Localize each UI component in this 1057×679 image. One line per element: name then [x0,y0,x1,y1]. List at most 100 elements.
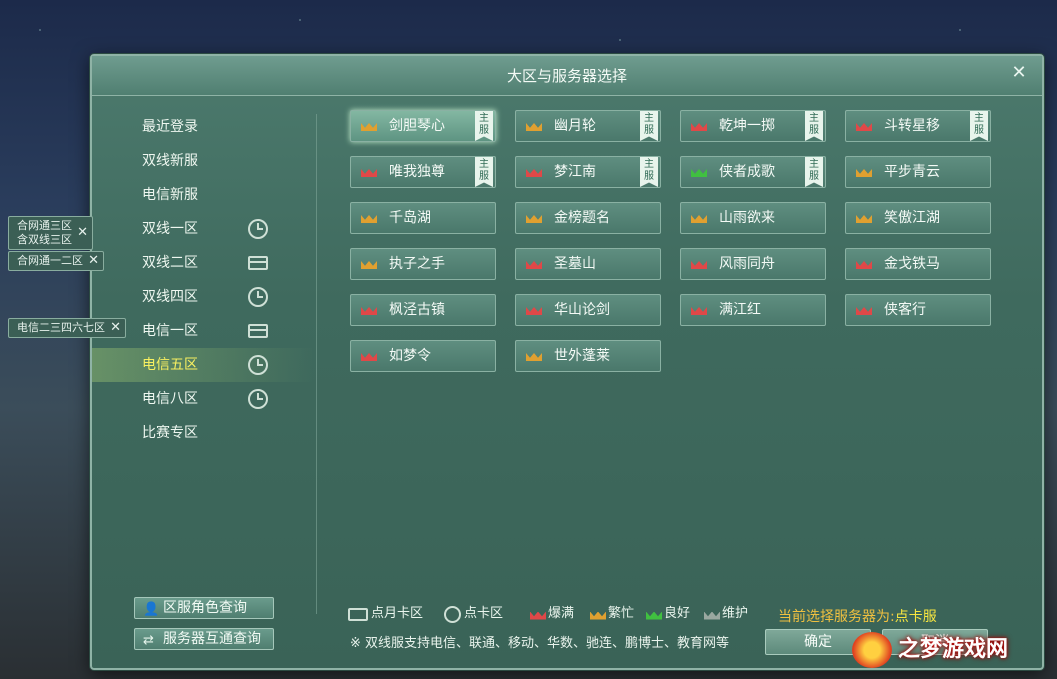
server-button[interactable]: 华山论剑 [515,294,661,326]
merge-tag: 合网通一二区 ✕ [8,251,104,271]
crown-full-icon [856,258,872,269]
server-button[interactable]: 枫泾古镇 [350,294,496,326]
server-button[interactable]: 侠者成歌 主服 [680,156,826,188]
server-name: 如梦令 [389,348,431,364]
legend-point-card: 点卡区 [444,604,503,624]
crown-busy-icon [361,212,377,223]
server-button[interactable]: 金榜题名 [515,202,661,234]
crown-full-icon [856,304,872,315]
merge-tag: 合网通三区 含双线三区 ✕ [8,216,93,250]
server-button[interactable]: 侠客行 [845,294,991,326]
clock-icon [444,605,461,623]
sidebar-item[interactable]: 双线二区 [92,246,314,280]
server-button[interactable]: 世外蓬莱 [515,340,661,372]
server-name: 山雨欲来 [719,210,775,226]
server-name: 金榜题名 [554,210,610,226]
server-button[interactable]: 平步青云 [845,156,991,188]
server-button[interactable]: 剑胆琴心 主服 [350,110,496,142]
crown-full-icon [691,304,707,315]
sidebar-item-label: 双线新服 [142,153,198,169]
server-button[interactable]: 圣墓山 [515,248,661,280]
sidebar-item-label: 双线一区 [142,221,198,237]
dialog-title: 大区与服务器选择 [506,67,627,85]
person-icon: 👤 [143,602,160,617]
server-button[interactable]: 满江红 [680,294,826,326]
server-button[interactable]: 幽月轮 主服 [515,110,661,142]
sidebar-item-label: 电信五区 [142,357,198,373]
main-server-badge: 主服 [805,111,823,141]
site-watermark: 之梦游戏网 [848,628,1048,672]
crown-busy-icon [526,212,542,223]
sidebar-item-label: 双线四区 [142,289,198,305]
crown-busy-icon [856,166,872,177]
region-sidebar: 最近登录双线新服电信新服双线一区双线二区双线四区电信一区电信五区电信八区比赛专区 [92,110,314,450]
clock-icon [248,389,268,409]
server-button[interactable]: 风雨同舟 [680,248,826,280]
server-name: 执子之手 [389,256,445,272]
legend-full: 爆满 [530,604,574,624]
server-button[interactable]: 千岛湖 [350,202,496,234]
sidebar-item-label: 双线二区 [142,255,198,271]
merge-tag-line: 合网通三区 [17,219,72,232]
clock-icon [248,287,268,307]
watermark-logo-icon [852,632,892,668]
crown-full-icon [691,120,707,131]
interop-query-button[interactable]: ⇄ 服务器互通查询 [134,628,274,650]
sidebar-item[interactable]: 比赛专区 [92,416,314,450]
crown-full-icon [526,258,542,269]
close-icon[interactable]: ✕ [1008,62,1030,84]
close-icon[interactable]: ✕ [88,254,99,268]
sidebar-item-label: 电信新服 [142,187,198,203]
close-icon[interactable]: ✕ [110,321,121,335]
crown-green-icon [646,609,662,620]
server-name: 笑傲江湖 [884,210,940,226]
crown-full-icon [361,350,377,361]
server-button[interactable]: 山雨欲来 [680,202,826,234]
crown-busy-icon [856,212,872,223]
legend-monthly-card: 点月卡区 [348,604,423,624]
clock-icon [248,219,268,239]
legend-good: 良好 [646,604,690,624]
sidebar-item-label: 电信八区 [142,391,198,407]
server-name: 梦江南 [554,164,596,180]
sidebar-item[interactable]: 电信五区 [92,348,314,382]
server-name: 风雨同舟 [719,256,775,272]
server-name: 世外蓬莱 [554,348,610,364]
server-button[interactable]: 梦江南 主服 [515,156,661,188]
server-button[interactable]: 斗转星移 主服 [845,110,991,142]
server-name: 侠者成歌 [719,164,775,180]
merge-tag-line: 合网通一二区 [17,254,83,267]
server-button[interactable]: 笑傲江湖 [845,202,991,234]
sidebar-item-label: 电信一区 [142,323,198,339]
sidebar-item[interactable]: 电信八区 [92,382,314,416]
crown-full-icon [691,258,707,269]
sidebar-item[interactable]: 电信新服 [92,178,314,212]
legend-busy: 繁忙 [590,604,634,624]
crown-red-icon [530,609,546,620]
sidebar-item[interactable]: 双线新服 [92,144,314,178]
server-name: 侠客行 [884,302,926,318]
card-icon [248,324,268,338]
server-select-dialog: 大区与服务器选择 ✕ 最近登录双线新服电信新服双线一区双线二区双线四区电信一区电… [90,54,1044,670]
role-query-button[interactable]: 👤 区服角色查询 [134,597,274,619]
merge-tag: 电信二三四六七区 ✕ [8,318,126,338]
crown-good-icon [691,166,707,177]
sidebar-item[interactable]: 双线四区 [92,280,314,314]
server-button[interactable]: 金戈铁马 [845,248,991,280]
sidebar-item[interactable]: 双线一区 [92,212,314,246]
legend-maintenance: 维护 [704,604,748,624]
merge-tag-line: 含双线三区 [17,233,72,246]
main-server-badge: 主服 [475,111,493,141]
swap-arrows-icon: ⇄ [143,633,154,648]
main-server-badge: 主服 [640,157,658,187]
crown-orange-icon [590,609,606,620]
server-button[interactable]: 执子之手 [350,248,496,280]
server-button[interactable]: 乾坤一掷 主服 [680,110,826,142]
card-icon [248,256,268,270]
sidebar-item[interactable]: 最近登录 [92,110,314,144]
crown-full-icon [856,120,872,131]
server-button[interactable]: 唯我独尊 主服 [350,156,496,188]
close-icon[interactable]: ✕ [77,226,88,240]
crown-busy-icon [361,120,377,131]
server-button[interactable]: 如梦令 [350,340,496,372]
